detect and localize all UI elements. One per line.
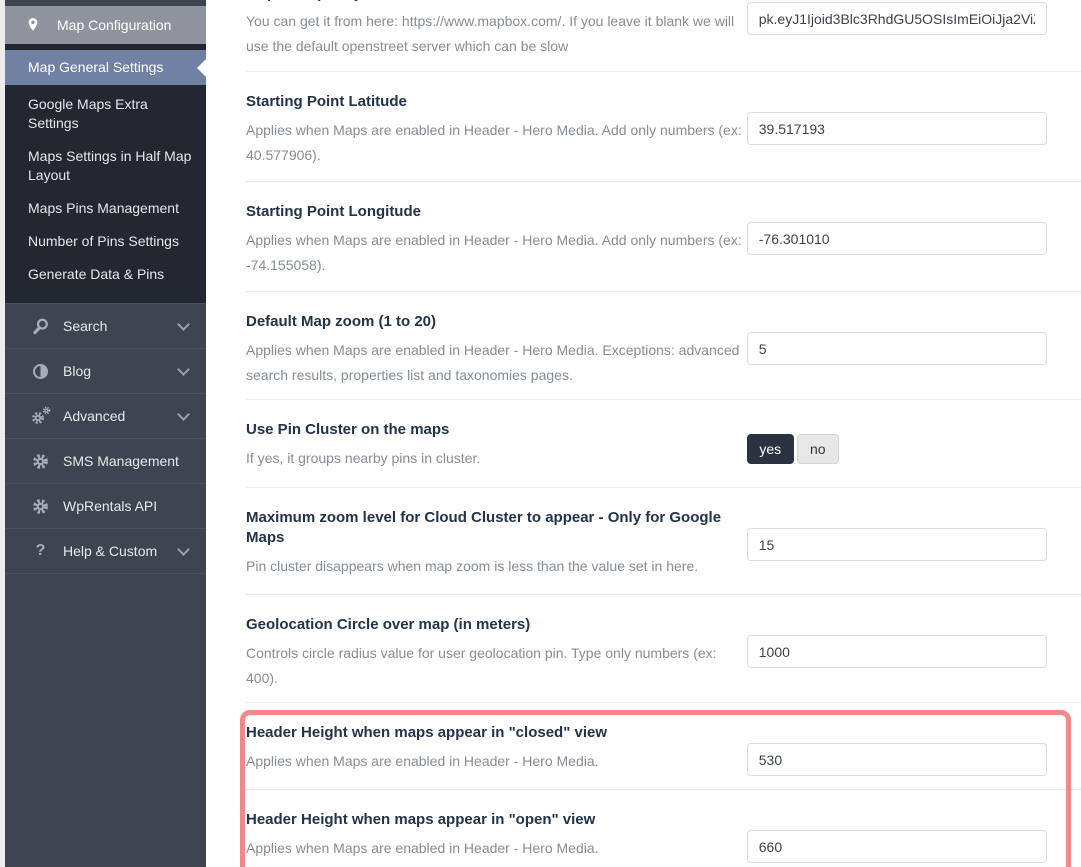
starting-latitude-input[interactable] xyxy=(746,112,1047,145)
sidebar-subitem-label: Map General Settings xyxy=(28,59,164,75)
setting-description: Applies when Maps are enabled in Header … xyxy=(246,753,599,769)
setting-title: Starting Point Longitude xyxy=(246,203,421,220)
sidebar-subitem-generate-data-pins[interactable]: Generate Data & Pins xyxy=(5,258,206,291)
setting-title: Header Height when maps appear in "open"… xyxy=(246,811,596,828)
setting-description: You can get it from here: https://www.ma… xyxy=(246,13,735,54)
pin-cluster-yes-button[interactable]: yes xyxy=(746,434,794,464)
setting-row-default-map-zoom: Default Map zoom (1 to 20) Applies when … xyxy=(246,292,1081,400)
sidebar-item-advanced[interactable]: Advanced xyxy=(5,393,206,438)
setting-title: Default Map zoom (1 to 20) xyxy=(246,313,437,330)
map-pin-icon xyxy=(25,16,41,34)
header-height-open-input[interactable] xyxy=(746,830,1047,863)
sidebar-item-blog[interactable]: Blog xyxy=(5,348,206,393)
sidebar-subitem-label: Google Maps Extra Settings xyxy=(28,96,148,131)
setting-row-header-height-open: Header Height when maps appear in "open"… xyxy=(246,790,1081,867)
setting-description: Applies when Maps are enabled in Header … xyxy=(246,840,599,856)
gears-icon xyxy=(31,406,51,425)
clipped-setting-title: Mapbox Api Key xyxy=(246,0,747,5)
mapbox-api-key-input[interactable] xyxy=(746,2,1047,35)
sidebar-subitem-maps-pins-management[interactable]: Maps Pins Management xyxy=(5,192,206,225)
sidebar-subitem-label: Maps Pins Management xyxy=(28,200,179,216)
setting-row-pin-cluster: Use Pin Cluster on the maps If yes, it g… xyxy=(246,400,1081,488)
setting-description: Controls circle radius value for user ge… xyxy=(246,645,717,686)
setting-title: Geolocation Circle over map (in meters) xyxy=(246,616,531,633)
setting-description: Pin cluster disappears when map zoom is … xyxy=(246,558,699,574)
setting-row-mapbox-api: Mapbox Api Key You can get it from here:… xyxy=(246,0,1081,72)
sidebar-subitem-label: Generate Data & Pins xyxy=(28,266,165,282)
sidebar-subitem-map-general-settings[interactable]: Map General Settings xyxy=(5,50,206,85)
settings-sidebar: Map Configuration Map General Settings G… xyxy=(5,0,206,867)
max-cluster-zoom-input[interactable] xyxy=(746,528,1047,561)
sidebar-subitem-maps-settings-half-map[interactable]: Maps Settings in Half Map Layout xyxy=(5,140,206,192)
setting-row-starting-latitude: Starting Point Latitude Applies when Map… xyxy=(246,72,1081,182)
sidebar-empty-area xyxy=(5,573,206,867)
sidebar-item-label: Advanced xyxy=(63,408,126,424)
setting-title: Starting Point Latitude xyxy=(246,93,407,110)
pin-cluster-no-button[interactable]: no xyxy=(796,434,839,464)
settings-panel: Mapbox Api Key You can get it from here:… xyxy=(206,0,1081,867)
gear-icon xyxy=(31,498,50,515)
setting-description: Applies when Maps are enabled in Header … xyxy=(246,232,742,273)
default-map-zoom-input[interactable] xyxy=(746,332,1047,365)
map-general-settings-page: Map Configuration Map General Settings G… xyxy=(0,0,1081,867)
question-icon: ? xyxy=(35,542,46,559)
sidebar-item-label: Blog xyxy=(63,363,92,379)
sidebar-item-wprentals-api[interactable]: WpRentals API xyxy=(5,483,206,528)
sidebar-item-search[interactable]: Search xyxy=(5,303,206,348)
sidebar-subitem-label: Number of Pins Settings xyxy=(28,233,179,249)
setting-description: If yes, it groups nearby pins in cluster… xyxy=(246,450,481,466)
setting-row-geolocation-circle: Geolocation Circle over map (in meters) … xyxy=(246,595,1081,703)
geolocation-circle-input[interactable] xyxy=(746,635,1047,668)
sidebar-item-label: Map Configuration xyxy=(57,17,172,33)
map-configuration-submenu: Map General Settings Google Maps Extra S… xyxy=(5,44,206,303)
chevron-down-icon xyxy=(177,317,190,331)
sidebar-subitem-label: Maps Settings in Half Map Layout xyxy=(28,148,192,183)
chevron-down-icon xyxy=(177,542,190,556)
setting-title: Header Height when maps appear in "close… xyxy=(246,724,607,741)
active-item-arrow-icon xyxy=(197,58,206,77)
gear-icon xyxy=(31,453,50,470)
contrast-icon xyxy=(31,363,50,379)
setting-title: Use Pin Cluster on the maps xyxy=(246,421,450,438)
sidebar-item-label: Search xyxy=(63,318,108,334)
setting-title: Maximum zoom level for Cloud Cluster to … xyxy=(246,509,722,546)
setting-row-header-height-closed: Header Height when maps appear in "close… xyxy=(246,703,1081,790)
setting-description: Applies when Maps are enabled in Header … xyxy=(246,122,742,163)
pin-cluster-toggle: yes no xyxy=(746,434,1048,464)
sidebar-item-sms-management[interactable]: SMS Management xyxy=(5,438,206,483)
sidebar-subitem-number-of-pins-settings[interactable]: Number of Pins Settings xyxy=(5,225,206,258)
sidebar-item-label: WpRentals API xyxy=(63,498,158,514)
setting-row-max-cluster-zoom: Maximum zoom level for Cloud Cluster to … xyxy=(246,488,1081,595)
sidebar-item-map-configuration[interactable]: Map Configuration xyxy=(5,6,206,44)
setting-row-starting-longitude: Starting Point Longitude Applies when Ma… xyxy=(246,182,1081,292)
header-height-closed-input[interactable] xyxy=(746,743,1047,776)
starting-longitude-input[interactable] xyxy=(746,222,1047,255)
search-icon xyxy=(31,317,50,336)
sidebar-item-label: SMS Management xyxy=(63,453,179,469)
chevron-down-icon xyxy=(177,407,190,421)
sidebar-item-help-custom[interactable]: ? Help & Custom xyxy=(5,528,206,573)
sidebar-item-label: Help & Custom xyxy=(63,543,158,559)
chevron-down-icon xyxy=(177,362,190,376)
setting-description: Applies when Maps are enabled in Header … xyxy=(246,342,740,383)
sidebar-subitem-google-maps-extra-settings[interactable]: Google Maps Extra Settings xyxy=(5,88,206,140)
